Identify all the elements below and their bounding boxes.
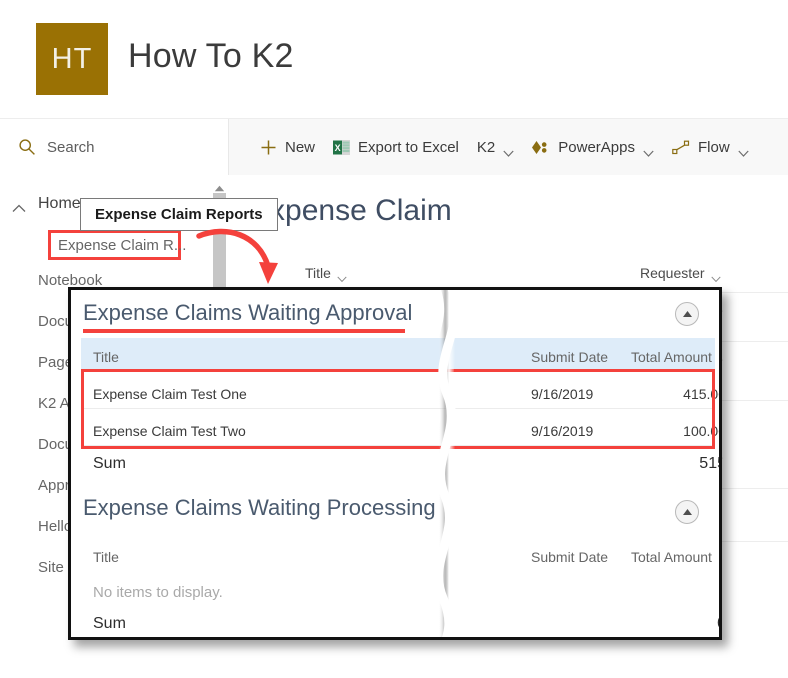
- flow-icon: [672, 140, 690, 155]
- column-header-requester-label: Requester: [640, 265, 705, 281]
- collapse-button-approval[interactable]: [675, 302, 699, 326]
- sidebar-item-expense-claim-reports[interactable]: Expense Claim R...: [48, 230, 181, 260]
- sum-label-processing: Sum: [93, 615, 126, 633]
- flow-menu-label: Flow: [698, 139, 730, 156]
- empty-state-message: No items to display.: [93, 584, 223, 601]
- chevron-down-icon: [503, 144, 514, 151]
- excel-icon: X: [333, 139, 350, 156]
- k2-menu-label: K2: [477, 139, 495, 156]
- flow-menu-button[interactable]: Flow: [663, 119, 758, 175]
- table-row: 100.00: [631, 423, 722, 439]
- column-header-title[interactable]: Title: [305, 265, 347, 281]
- sidebar-item-expense-claim-reports-label: Expense Claim R...: [58, 237, 186, 254]
- column-header-title-label: Title: [305, 265, 331, 281]
- chevron-down-icon: [711, 270, 721, 277]
- powerapps-icon: [532, 141, 550, 154]
- sidebar-item-approvals[interactable]: Appr: [38, 477, 70, 494]
- chevron-up-icon: [12, 200, 26, 209]
- site-logo[interactable]: HT: [36, 23, 108, 95]
- table-row: Expense Claim Test Two: [93, 423, 246, 439]
- chevron-down-icon: [643, 144, 654, 151]
- expense-claim-reports-panel: Expense Claims Waiting Approval Title Su…: [68, 287, 722, 640]
- search-icon: [18, 138, 36, 156]
- command-bar-items: New X Export to Excel K2: [229, 119, 758, 175]
- sidebar-item-home-label: Home: [38, 195, 81, 213]
- row-divider: [81, 408, 715, 409]
- command-bar: New X Export to Excel K2: [0, 118, 788, 175]
- sum-value-processing: 0: [631, 615, 722, 633]
- table-row: 415.00: [631, 386, 722, 402]
- report-table-header-approval: [81, 338, 715, 372]
- table-row: Expense Claim Test One: [93, 386, 247, 402]
- tooltip-text: Expense Claim Reports: [95, 206, 263, 223]
- annotation-underline-approval: [83, 329, 405, 333]
- export-to-excel-button[interactable]: X Export to Excel: [324, 119, 468, 175]
- sum-label-approval: Sum: [93, 455, 126, 473]
- sidebar-item-home[interactable]: Home: [0, 193, 81, 215]
- site-header: HT How To K2: [0, 0, 788, 118]
- site-logo-initials: HT: [52, 43, 93, 76]
- new-button[interactable]: New: [251, 119, 324, 175]
- plus-icon: [260, 139, 277, 156]
- k2-menu-button[interactable]: K2: [468, 119, 523, 175]
- new-button-label: New: [285, 139, 315, 156]
- svg-text:X: X: [335, 143, 341, 153]
- sidebar-scrollbar[interactable]: [211, 175, 228, 295]
- collapse-button-processing[interactable]: [675, 500, 699, 524]
- page-title: Expense Claim: [250, 194, 452, 228]
- sum-value-approval: 515: [631, 455, 722, 473]
- tooltip: Expense Claim Reports: [80, 198, 278, 231]
- search-input[interactable]: [47, 139, 197, 156]
- report-section-title-processing: Expense Claims Waiting Processing: [83, 495, 436, 521]
- powerapps-menu-label: PowerApps: [558, 139, 635, 156]
- report-section-title-approval: Expense Claims Waiting Approval: [83, 300, 412, 326]
- column-header-title: Title: [93, 549, 119, 565]
- list-column-headers: Title Requester: [250, 265, 788, 289]
- table-row: 9/16/2019: [531, 423, 593, 439]
- export-to-excel-label: Export to Excel: [358, 139, 459, 156]
- column-header-total-amount: Total Amount: [631, 549, 722, 565]
- chevron-down-icon: [738, 144, 749, 151]
- powerapps-menu-button[interactable]: PowerApps: [523, 119, 663, 175]
- column-header-submit-date: Submit Date: [531, 549, 608, 565]
- column-header-total-amount: Total Amount: [631, 349, 722, 365]
- column-header-requester[interactable]: Requester: [640, 265, 721, 281]
- site-title: How To K2: [128, 37, 294, 76]
- column-header-submit-date: Submit Date: [531, 349, 608, 365]
- row-divider: [81, 445, 715, 446]
- search-box[interactable]: [0, 119, 229, 175]
- column-header-title: Title: [93, 349, 119, 365]
- sidebar-item-k2-artifacts[interactable]: K2 A: [38, 395, 70, 412]
- chevron-down-icon: [337, 270, 347, 277]
- scroll-up-arrow-icon[interactable]: [214, 179, 225, 186]
- table-row: 9/16/2019: [531, 386, 593, 402]
